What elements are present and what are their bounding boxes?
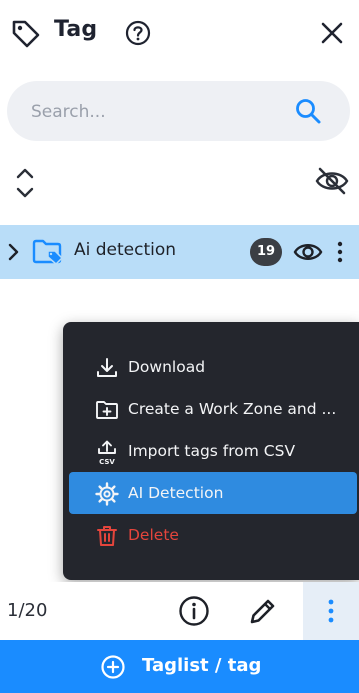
search-input[interactable]: [29, 99, 273, 125]
kebab-icon: [325, 598, 337, 624]
kebab-icon[interactable]: [334, 240, 346, 264]
add-taglist-button[interactable]: Taglist / tag: [0, 640, 359, 693]
menu-item-label: Download: [128, 358, 206, 376]
context-menu: Download Create a Work Zone and ... CSV …: [63, 322, 359, 580]
folder-add-icon: [95, 398, 119, 422]
menu-item-download[interactable]: Download: [69, 346, 357, 388]
search-bar: [7, 81, 350, 141]
menu-item-delete[interactable]: Delete: [69, 514, 357, 556]
menu-item-label: Create a Work Zone and ...: [128, 400, 337, 418]
menu-item-create-work-zone[interactable]: Create a Work Zone and ...: [69, 388, 357, 430]
csv-import-icon: CSV: [95, 440, 119, 466]
trash-icon: [95, 524, 119, 548]
panel-title: Tag: [54, 17, 98, 42]
folder-row[interactable]: Ai detection 19: [0, 225, 359, 279]
menu-item-ai-detection[interactable]: AI Detection: [69, 472, 357, 514]
add-taglist-label: Taglist / tag: [142, 655, 262, 676]
folder-label: Ai detection: [74, 240, 177, 260]
chevron-right-icon[interactable]: [6, 242, 20, 262]
search-icon[interactable]: [294, 97, 322, 125]
info-icon[interactable]: [178, 595, 210, 627]
page-count: 1/20: [7, 600, 48, 621]
eye-icon[interactable]: [293, 240, 323, 264]
bottom-toolbar: 1/20: [0, 582, 359, 640]
expand-collapse-icon[interactable]: [14, 166, 36, 200]
menu-item-import-csv[interactable]: CSV Import tags from CSV: [69, 430, 357, 472]
menu-item-label: AI Detection: [128, 484, 224, 502]
help-icon[interactable]: [124, 19, 152, 47]
edit-icon[interactable]: [248, 596, 278, 626]
svg-text:CSV: CSV: [99, 458, 115, 466]
gear-icon: [95, 482, 119, 506]
folder-tag-icon: [31, 237, 65, 267]
menu-item-label: Delete: [128, 526, 179, 544]
add-circle-icon: [100, 654, 126, 680]
menu-item-label: Import tags from CSV: [128, 442, 296, 460]
download-icon: [95, 356, 119, 380]
close-icon[interactable]: [319, 20, 345, 46]
more-options-button[interactable]: [303, 582, 359, 640]
hide-all-icon[interactable]: [315, 166, 349, 196]
tag-count-badge: 19: [250, 238, 282, 266]
tag-icon: [10, 18, 42, 50]
